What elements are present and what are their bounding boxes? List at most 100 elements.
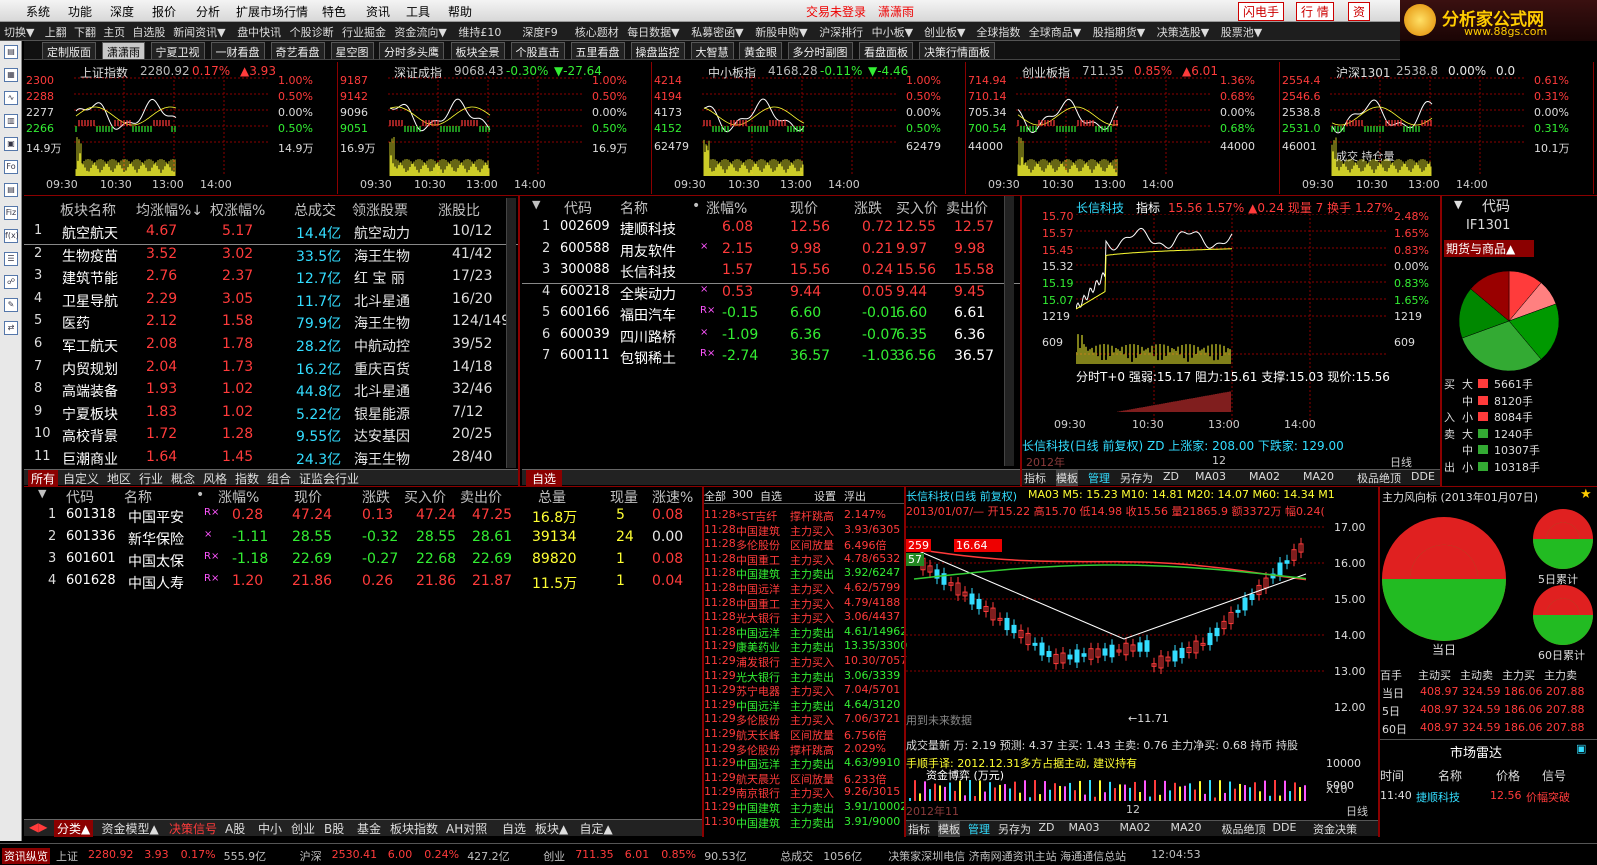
radar-cell[interactable]: 价幅突破 xyxy=(1526,789,1570,805)
category-tab-1[interactable]: 资金模型▲ xyxy=(99,820,162,837)
column-header[interactable]: • xyxy=(196,487,204,503)
kline-tab-2[interactable]: 管理 xyxy=(968,821,990,837)
ticker-row[interactable]: 11:28 多伦股份 区间放量 6.496倍 xyxy=(704,537,904,552)
table-row[interactable]: 7 内贸规划 2.04 1.73 16.2亿 重庆百货 14/18 xyxy=(24,359,518,381)
ticker-row[interactable]: 11:29 光大银行 主力卖出 3.06/3339 xyxy=(704,669,904,684)
mini-chart[interactable]: 中小板指 4168.28 -0.11% ▼-4.46 4214 4194 4173 4152 6… xyxy=(652,62,966,194)
table-row[interactable]: 4 卫星导航 2.29 3.05 11.7亿 北斗星通 16/20 xyxy=(24,291,518,313)
toolbar-item-13[interactable]: 每日数据▼ xyxy=(627,24,679,40)
table-row[interactable]: 5 医药 2.12 1.58 79.9亿 海王生物 124/149 xyxy=(24,313,518,335)
column-header[interactable]: 现量 xyxy=(610,487,638,507)
ticker-tab-2[interactable]: 自选 xyxy=(760,488,782,504)
column-header[interactable]: 名称 xyxy=(620,198,648,218)
table-row[interactable]: 2 600588 用友软件 × 2.15 9.98 0.21 9.97 9.98 xyxy=(522,241,1020,263)
dropdown-icon[interactable]: ▼ xyxy=(532,198,540,211)
indicator-tab-2[interactable]: 管理 xyxy=(1088,470,1110,486)
toolbar-item-15[interactable]: 新股申购▼ xyxy=(755,24,807,40)
category-tab-3[interactable]: A股 xyxy=(222,820,248,837)
ticker-row[interactable]: 11:29 苏宁电器 主力买入 7.04/5701 xyxy=(704,683,904,698)
category-tab-6[interactable]: B股 xyxy=(321,820,347,837)
ticker-tab-1[interactable]: 300 xyxy=(732,488,753,501)
category-tab-2[interactable]: 决策信号 xyxy=(166,820,220,837)
sector-tab-1[interactable]: 自定义 xyxy=(60,470,102,487)
star-icon[interactable]: ★ xyxy=(1580,487,1592,502)
ticker-row[interactable]: 11:29 浦发银行 主力买入 10.30/7057 xyxy=(704,654,907,669)
sector-tab-0[interactable]: 所有 xyxy=(28,470,59,487)
toolbar-item-18[interactable]: 创业板▼ xyxy=(924,24,965,40)
sidebar-tool-icon[interactable]: ▣ xyxy=(4,137,18,151)
table-row[interactable]: 9 宁夏板块 1.83 1.02 5.22亿 银星能源 7/12 xyxy=(24,404,518,426)
layout-tab-8[interactable]: 个股直击 xyxy=(510,42,565,59)
ticker-row[interactable]: 11:28 *ST吉纤 撑杆跳高 2.147% xyxy=(704,508,904,523)
sidebar-tool-icon[interactable]: ✎ xyxy=(4,298,18,312)
sidebar-tool-icon[interactable]: ⇄ xyxy=(4,321,18,335)
column-header[interactable]: 涨跌 xyxy=(854,198,882,218)
kline-tab-1[interactable]: 模板 xyxy=(938,821,960,837)
ticker-row[interactable]: 11:29 中国远洋 主力卖出 4.63/9910 xyxy=(704,756,904,771)
toolbar-item-14[interactable]: 私募密函▼ xyxy=(691,24,743,40)
toolbar-item-6[interactable]: 盘中快讯 xyxy=(237,24,281,40)
column-header[interactable]: 涨速% xyxy=(652,487,693,507)
toolbar-item-19[interactable]: 全球指数 xyxy=(976,24,1020,40)
kline-tab-9[interactable]: DDE xyxy=(1273,821,1297,834)
indicator-tab-6[interactable]: MA02 xyxy=(1249,470,1280,483)
status-item[interactable]: 资讯纵览 xyxy=(2,848,50,864)
sidebar-tool-icon[interactable]: Fiz xyxy=(4,206,18,220)
toolbar-item-10[interactable]: 维持£10 xyxy=(458,24,501,40)
toolbar-item-8[interactable]: 行业掘金 xyxy=(342,24,386,40)
layout-tab-12[interactable]: 黄金眼 xyxy=(739,42,782,59)
menu-item-1[interactable]: 功能 xyxy=(68,3,92,20)
column-header[interactable]: 涨幅% xyxy=(218,487,259,507)
ticker-row[interactable]: 11:28 中国远洋 主力卖出 4.61/14962 xyxy=(704,625,907,640)
radar-cell[interactable]: 11:40 xyxy=(1380,789,1412,802)
layout-tab-0[interactable]: 定制版面 xyxy=(42,42,96,59)
column-header[interactable]: 权涨幅% xyxy=(210,200,265,220)
layout-tab-4[interactable]: 奇艺看盘 xyxy=(270,42,325,59)
menu-item-2[interactable]: 深度 xyxy=(110,3,134,20)
table-row[interactable]: 10 高校背景 1.72 1.28 9.55亿 达安基因 20/25 xyxy=(24,426,518,448)
menu-item-8[interactable]: 工具 xyxy=(406,3,430,20)
ticker-row[interactable]: 11:28 中国重工 主力买入 4.79/4188 xyxy=(704,596,904,611)
menu-item-6[interactable]: 特色 xyxy=(322,3,346,20)
column-header[interactable]: • xyxy=(692,198,700,214)
toolbar-item-16[interactable]: 沪深排行 xyxy=(819,24,863,40)
table-row[interactable]: 3 601601 中国太保 R× -1.18 22.69 -0.27 22.68 22.69 89… xyxy=(24,551,702,573)
scrollbar[interactable] xyxy=(1004,196,1014,466)
table-row[interactable]: 2 生物疫苗 3.52 3.02 33.5亿 海王生物 41/42 xyxy=(24,246,518,268)
scrollbar[interactable] xyxy=(506,198,516,468)
table-row[interactable]: 6 军工航天 2.08 1.78 28.2亿 中航动控 39/52 xyxy=(24,336,518,358)
table-row[interactable]: 6 600039 四川路桥 × -1.09 6.36 -0.07 6.35 6.36 xyxy=(522,327,1020,349)
category-tab-12[interactable]: 自定▲ xyxy=(577,820,616,837)
category-tab-7[interactable]: 基金 xyxy=(354,820,384,837)
indicator-tab-9[interactable]: DDE xyxy=(1411,470,1435,483)
indicator-tab-0[interactable]: 指标 xyxy=(1024,470,1046,486)
column-header[interactable]: 涨跌 xyxy=(362,487,390,507)
category-tab-9[interactable]: AH对照 xyxy=(443,820,490,837)
ticker-tab-4[interactable]: 浮出 xyxy=(844,488,866,504)
toolbar-item-11[interactable]: 深度F9 xyxy=(522,24,557,40)
table-row[interactable]: 4 600218 全柴动力 × 0.53 9.44 0.05 9.44 9.45 xyxy=(522,284,1020,306)
sidebar-tool-icon[interactable]: Fo xyxy=(4,160,18,174)
kline-tab-0[interactable]: 指标 xyxy=(908,821,930,837)
mini-chart[interactable]: 沪深1301 2538.8 0.00% 0.0 2554.4 2546.6 2538.8 25… xyxy=(1280,62,1594,194)
sector-tab-6[interactable]: 指数 xyxy=(232,470,262,487)
tab-nav-arrows[interactable]: ◀▶ xyxy=(26,820,50,834)
sidebar-tool-icon[interactable]: ∿ xyxy=(4,91,18,105)
toolbar-item-20[interactable]: 全球商品▼ xyxy=(1029,24,1081,40)
column-header[interactable]: 名称 xyxy=(124,487,152,507)
toolbar-item-21[interactable]: 股指期货▼ xyxy=(1093,24,1145,40)
sector-tab-8[interactable]: 证监会行业 xyxy=(296,470,362,487)
tab-watchlist[interactable]: 自选 xyxy=(526,470,563,487)
column-header[interactable]: 均涨幅%↓ xyxy=(136,200,203,220)
indicator-tab-8[interactable]: 极品绝顶 xyxy=(1357,470,1401,486)
sidebar-tool-icon[interactable]: ▤ xyxy=(4,45,18,59)
kline-tab-6[interactable]: MA02 xyxy=(1120,821,1151,834)
column-header[interactable]: 卖出价 xyxy=(460,487,502,507)
sector-tab-4[interactable]: 概念 xyxy=(168,470,198,487)
ticker-row[interactable]: 11:29 中国建筑 主力卖出 3.91/10002 xyxy=(704,800,907,815)
column-header[interactable]: 领涨股票 xyxy=(352,200,408,220)
menu-item-0[interactable]: 系统 xyxy=(26,3,50,20)
sector-tab-5[interactable]: 风格 xyxy=(200,470,230,487)
ticker-row[interactable]: 11:29 航天晨光 区间放量 6.233倍 xyxy=(704,771,904,786)
dropdown-icon[interactable]: ▼ xyxy=(1454,198,1462,211)
